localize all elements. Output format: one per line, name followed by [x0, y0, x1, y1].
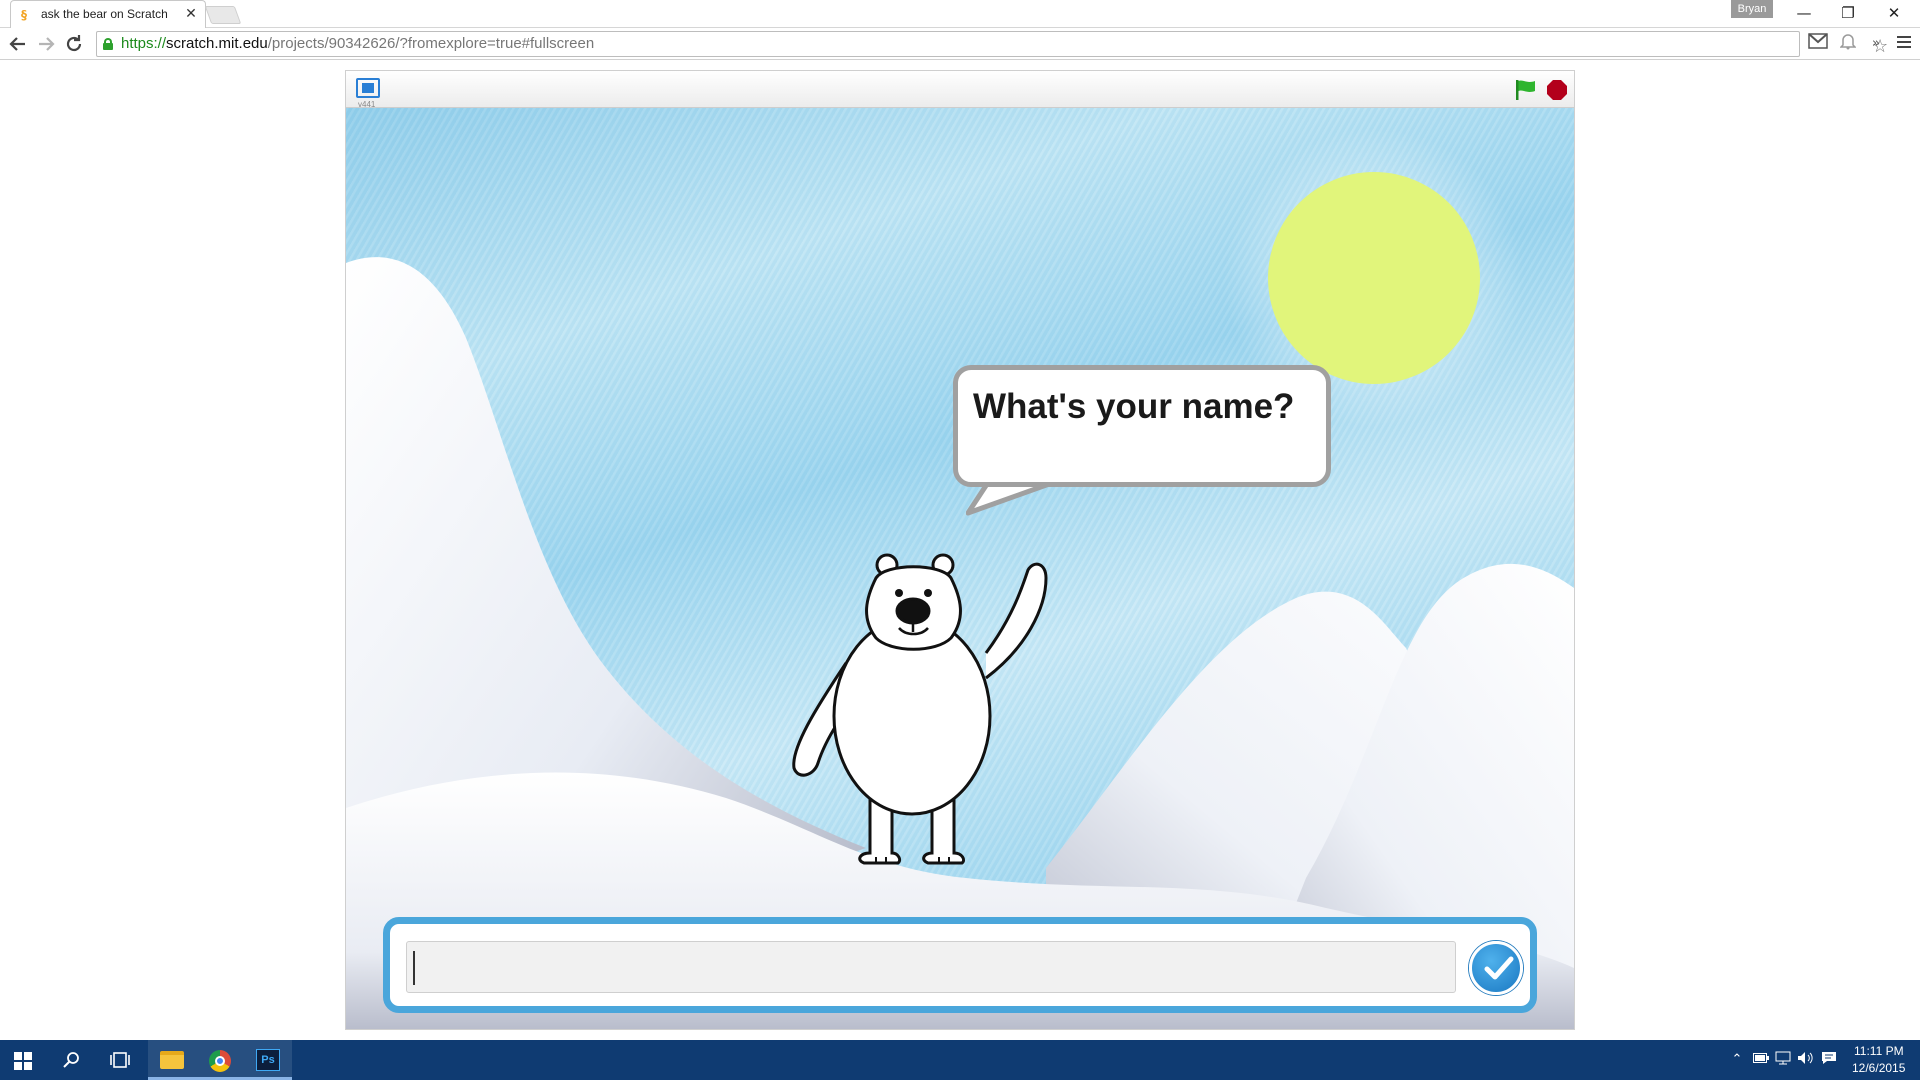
speech-bubble: What's your name? [953, 365, 1331, 487]
new-tab-button[interactable] [204, 6, 242, 24]
minimize-button[interactable]: — [1784, 2, 1824, 24]
browser-title-bar: § ask the bear on Scratch ✕ Bryan — ❐ ✕ [0, 0, 1920, 28]
secure-lock-icon [103, 38, 113, 50]
player-control-bar: v441 [346, 71, 1574, 109]
tab-close-icon[interactable]: ✕ [183, 5, 199, 23]
speech-text: What's your name? [973, 387, 1295, 426]
answer-input[interactable] [406, 941, 1456, 993]
browser-toolbar: https://scratch.mit.edu/projects/9034262… [0, 28, 1920, 60]
polar-bear-sprite [792, 553, 1048, 865]
sun-disc [1268, 172, 1480, 384]
chrome-menu-icon[interactable] [1892, 32, 1916, 56]
action-center-icon[interactable] [1820, 1051, 1838, 1069]
fullscreen-toggle-icon[interactable] [356, 78, 380, 98]
text-caret [413, 951, 415, 985]
checkmark-icon [1484, 956, 1514, 980]
volume-icon[interactable] [1796, 1051, 1814, 1069]
speech-bubble-tail [966, 478, 1069, 516]
scratch-player: v441 What's your name? [345, 70, 1575, 1030]
address-bar[interactable]: https://scratch.mit.edu/projects/9034262… [96, 31, 1888, 57]
ask-prompt-box [383, 917, 1537, 1013]
window-close-button[interactable]: ✕ [1874, 2, 1914, 24]
submit-answer-button[interactable] [1469, 941, 1523, 995]
task-view-icon[interactable] [96, 1040, 144, 1080]
more-extensions-icon[interactable]: » [1864, 32, 1888, 56]
windows-logo-icon [14, 1052, 32, 1070]
browser-tab[interactable]: § ask the bear on Scratch ✕ [10, 0, 206, 28]
forward-arrow-icon[interactable] [34, 32, 58, 56]
scratch-favicon-icon: § [21, 8, 27, 22]
gmail-extension-icon[interactable] [1806, 32, 1830, 56]
tab-title: ask the bear on Scratch [41, 7, 168, 21]
project-stage[interactable]: What's your name? [346, 108, 1574, 1029]
reload-icon[interactable] [62, 32, 86, 56]
windows-taskbar: Ps ⌃ 11:11 PM 12/6/2015 [0, 1040, 1920, 1080]
search-icon[interactable] [48, 1040, 96, 1080]
network-icon[interactable] [1774, 1051, 1792, 1069]
stop-sign-icon[interactable] [1546, 79, 1568, 101]
notification-bell-icon[interactable] [1836, 32, 1860, 56]
url-text[interactable]: https://scratch.mit.edu/projects/9034262… [121, 35, 594, 52]
profile-name-badge[interactable]: Bryan [1731, 0, 1773, 18]
file-explorer-icon [160, 1051, 184, 1069]
clock-date[interactable]: 12/6/2015 [1852, 1061, 1905, 1075]
chrome-icon [209, 1050, 231, 1072]
battery-icon[interactable] [1752, 1051, 1770, 1069]
clock-time[interactable]: 11:11 PM [1854, 1044, 1904, 1058]
start-button[interactable] [0, 1040, 48, 1080]
restore-button[interactable]: ❐ [1828, 2, 1868, 24]
show-hidden-icons-chevron-icon[interactable]: ⌃ [1728, 1051, 1746, 1069]
photoshop-icon: Ps [256, 1049, 280, 1071]
green-flag-icon[interactable] [1513, 79, 1537, 101]
back-arrow-icon[interactable] [6, 32, 30, 56]
snowy-landscape [346, 128, 1574, 1029]
